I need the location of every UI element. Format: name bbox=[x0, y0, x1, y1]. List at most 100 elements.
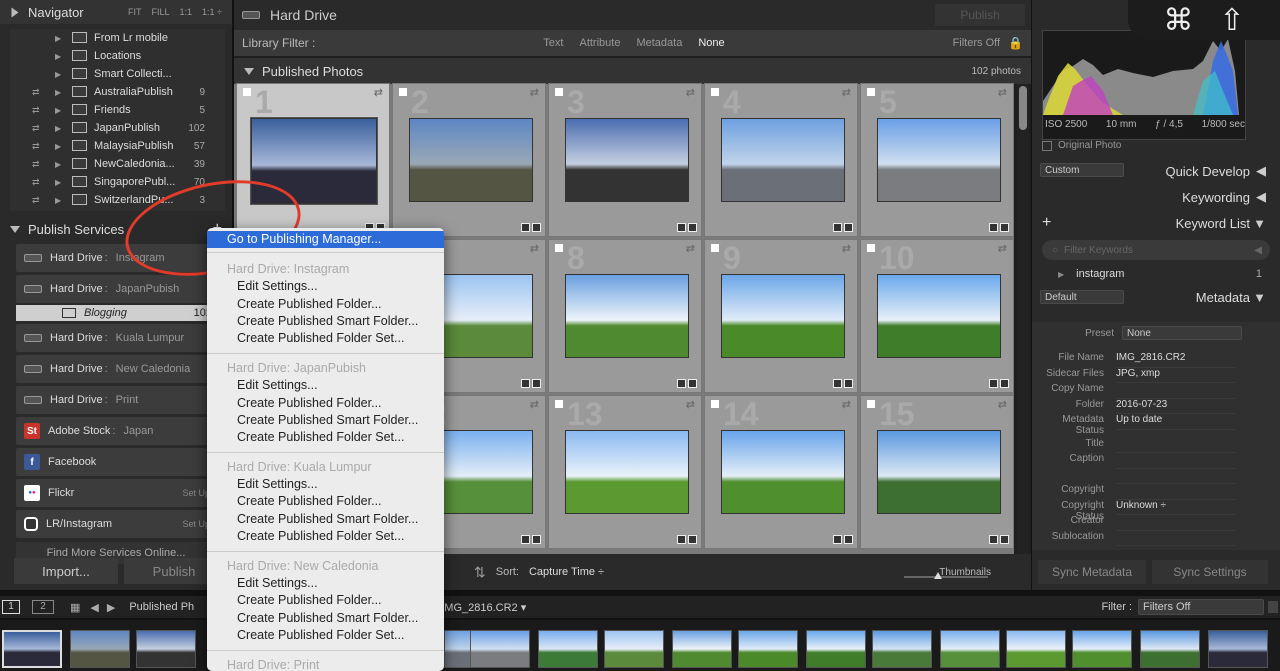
publish-service-drive[interactable]: Hard Drive: New Caledonia bbox=[16, 355, 216, 383]
grid-scrollbar[interactable] bbox=[1017, 84, 1029, 554]
metadata-value[interactable]: JPG, xmp bbox=[1116, 368, 1236, 383]
publish-service-drive[interactable]: Hard Drive: Kuala Lumpur bbox=[16, 324, 216, 352]
lock-icon[interactable]: 🔒 bbox=[1008, 36, 1023, 50]
expand-icon[interactable]: ◀ bbox=[1256, 163, 1266, 179]
sync-metadata-button[interactable]: Sync Metadata bbox=[1038, 560, 1146, 584]
menu-item[interactable]: Create Published Smart Folder... bbox=[207, 412, 444, 429]
expand-arrow-icon[interactable]: ▶ bbox=[55, 142, 61, 151]
filmstrip-thumbnail[interactable] bbox=[1208, 630, 1268, 668]
filmstrip-thumbnail[interactable] bbox=[940, 630, 1000, 668]
filmstrip-thumbnail[interactable] bbox=[470, 630, 530, 668]
filmstrip-toggle[interactable] bbox=[1268, 601, 1278, 613]
collapse-icon[interactable]: ▼ bbox=[1253, 216, 1266, 231]
filter-none[interactable]: None bbox=[698, 37, 724, 49]
expand-arrow-icon[interactable]: ▶ bbox=[55, 124, 61, 133]
flag-icon[interactable] bbox=[867, 88, 875, 96]
collection-row[interactable]: ⇄ ▶ NewCaledonia... 39 bbox=[10, 155, 225, 173]
filmstrip-thumbnail[interactable] bbox=[2, 630, 62, 668]
menu-item[interactable]: Create Published Folder... bbox=[207, 493, 444, 510]
publish-service-ig[interactable]: LR/Instagram Set Up bbox=[16, 510, 216, 538]
expand-arrow-icon[interactable]: ▶ bbox=[55, 52, 61, 61]
metadata-value[interactable]: IMG_2816.CR2 bbox=[1116, 352, 1236, 368]
filmstrip-thumbnail[interactable] bbox=[872, 630, 932, 668]
clear-icon[interactable]: ◀ bbox=[1254, 245, 1262, 256]
publish-button-top[interactable]: Publish bbox=[935, 4, 1025, 26]
filter-attribute[interactable]: Attribute bbox=[579, 37, 620, 49]
metadata-value[interactable] bbox=[1116, 515, 1236, 531]
filmstrip-source[interactable]: Published Ph bbox=[129, 601, 194, 613]
keyword-item[interactable]: ▶ instagram 1 bbox=[1032, 264, 1280, 284]
filmstrip-path[interactable]: /IMG_2816.CR2 ▾ bbox=[438, 601, 526, 614]
collection-row[interactable]: ⇄ ▶ Friends 5 bbox=[10, 101, 225, 119]
expand-arrow-icon[interactable]: ▶ bbox=[55, 106, 61, 115]
menu-item[interactable]: Create Published Folder Set... bbox=[207, 528, 444, 545]
menu-item[interactable]: Edit Settings... bbox=[207, 575, 444, 592]
filmstrip-thumbnail[interactable] bbox=[604, 630, 664, 668]
photo-thumbnail[interactable] bbox=[877, 430, 1001, 514]
filmstrip-thumbnail[interactable] bbox=[1140, 630, 1200, 668]
original-photo-row[interactable]: Original Photo bbox=[1042, 140, 1121, 151]
quick-develop-preset[interactable]: Custom bbox=[1040, 163, 1124, 177]
expand-arrow-icon[interactable]: ▶ bbox=[55, 178, 61, 187]
grid-cell[interactable]: 10 ⇄ bbox=[860, 239, 1014, 393]
filmstrip-thumbnail[interactable] bbox=[806, 630, 866, 668]
filmstrip-thumbnail[interactable] bbox=[1072, 630, 1132, 668]
collapse-icon[interactable] bbox=[11, 7, 19, 17]
filmstrip-thumbnail[interactable] bbox=[538, 630, 598, 668]
expand-arrow-icon[interactable]: ▶ bbox=[1058, 270, 1064, 279]
grid-cell[interactable]: 4 ⇄ bbox=[704, 83, 858, 237]
grid-icon[interactable]: ▦ bbox=[70, 601, 80, 614]
menu-item[interactable]: Edit Settings... bbox=[207, 278, 444, 295]
view-1-button[interactable]: 1 bbox=[2, 600, 20, 614]
menu-item[interactable]: Create Published Folder... bbox=[207, 296, 444, 313]
import-button[interactable]: Import... bbox=[14, 558, 118, 584]
grid-cell[interactable]: 5 ⇄ bbox=[860, 83, 1014, 237]
menu-item[interactable]: Create Published Folder Set... bbox=[207, 330, 444, 347]
keyword-list-header[interactable]: + Keyword List ▼ bbox=[1032, 210, 1280, 236]
photo-thumbnail[interactable] bbox=[565, 430, 689, 514]
publish-service-fb[interactable]: f Facebook bbox=[16, 448, 216, 476]
flag-icon[interactable] bbox=[711, 88, 719, 96]
metadata-value[interactable] bbox=[1116, 453, 1236, 469]
photo-thumbnail[interactable] bbox=[409, 118, 533, 202]
collapse-icon[interactable] bbox=[244, 67, 254, 75]
sort-value[interactable]: Capture Time ÷ bbox=[529, 566, 604, 578]
preset-value[interactable]: None bbox=[1122, 326, 1242, 340]
collection-row[interactable]: ▶ Smart Collecti... bbox=[10, 65, 225, 83]
filmstrip-thumbnail[interactable] bbox=[1006, 630, 1066, 668]
metadata-value[interactable] bbox=[1116, 383, 1236, 399]
grid-cell[interactable]: 3 ⇄ bbox=[548, 83, 702, 237]
filmstrip-thumbnail[interactable] bbox=[672, 630, 732, 668]
flag-icon[interactable] bbox=[711, 400, 719, 408]
metadata-header[interactable]: Default Metadata ▼ bbox=[1032, 284, 1280, 310]
expand-icon[interactable]: ◀ bbox=[1256, 189, 1266, 205]
navigator-header[interactable]: Navigator FIT FILL 1:1 1:1 ÷ bbox=[0, 0, 232, 24]
metadata-value[interactable] bbox=[1116, 469, 1236, 484]
filmstrip-thumbnail[interactable] bbox=[136, 630, 196, 668]
menu-item[interactable]: Create Published Smart Folder... bbox=[207, 511, 444, 528]
flag-icon[interactable] bbox=[555, 88, 563, 96]
forward-icon[interactable]: ▶ bbox=[107, 601, 115, 614]
menu-item[interactable]: Create Published Folder... bbox=[207, 395, 444, 412]
filter-metadata[interactable]: Metadata bbox=[636, 37, 682, 49]
grid-cell[interactable]: 13 ⇄ bbox=[548, 395, 702, 549]
sort-direction-icon[interactable]: ⇅ bbox=[474, 564, 486, 581]
photo-thumbnail[interactable] bbox=[721, 118, 845, 202]
menu-item[interactable]: Create Published Folder Set... bbox=[207, 429, 444, 446]
filter-text[interactable]: Text bbox=[543, 37, 563, 49]
expand-arrow-icon[interactable]: ▶ bbox=[55, 88, 61, 97]
nav-fill[interactable]: FILL bbox=[152, 7, 170, 17]
collapse-icon[interactable] bbox=[10, 225, 20, 233]
collection-row[interactable]: ⇄ ▶ AustraliaPublish 9 bbox=[10, 83, 225, 101]
flag-icon[interactable] bbox=[555, 244, 563, 252]
menu-item[interactable]: Create Published Smart Folder... bbox=[207, 610, 444, 627]
collection-row[interactable]: ▶ Locations bbox=[10, 47, 225, 65]
metadata-value[interactable]: 2016-07-23 bbox=[1116, 399, 1236, 414]
menu-item[interactable]: Edit Settings... bbox=[207, 377, 444, 394]
sync-settings-button[interactable]: Sync Settings bbox=[1152, 560, 1268, 584]
expand-arrow-icon[interactable]: ▶ bbox=[55, 196, 61, 205]
grid-cell[interactable]: 2 ⇄ bbox=[392, 83, 546, 237]
publish-service-flickr[interactable]: ● ● Flickr Set Up bbox=[16, 479, 216, 507]
grid-cell[interactable]: 15 ⇄ bbox=[860, 395, 1014, 549]
metadata-value[interactable] bbox=[1116, 438, 1236, 453]
